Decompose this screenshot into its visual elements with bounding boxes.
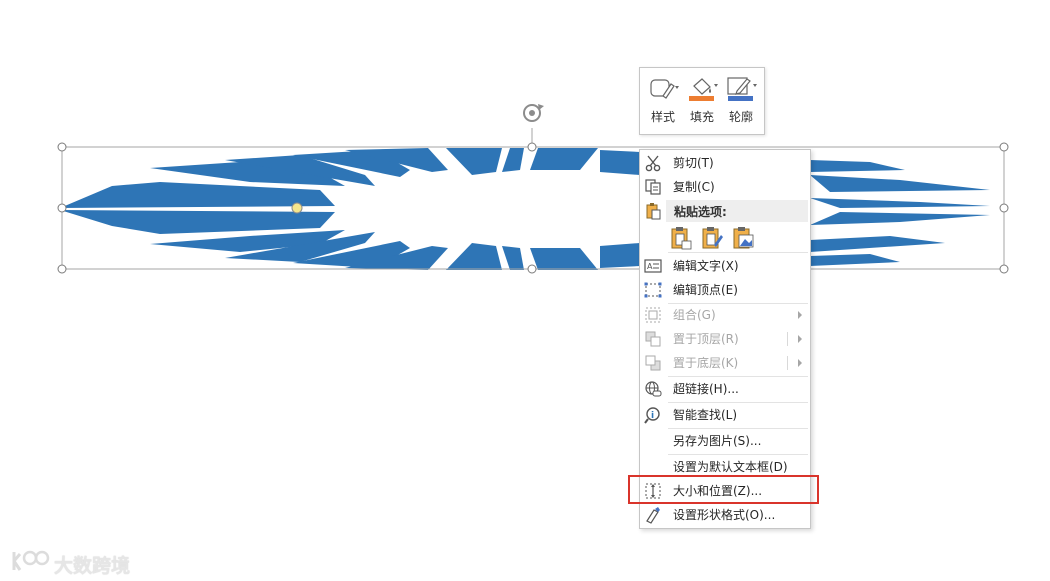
resize-handle-middle-left[interactable]	[57, 203, 67, 213]
outline-pen-icon	[727, 77, 757, 101]
paste-keep-source-button[interactable]	[669, 225, 693, 251]
menu-item-edit-text[interactable]: A 编辑文字(X)	[640, 254, 810, 278]
edit-points-icon	[644, 282, 662, 298]
adjustment-handle[interactable]	[291, 202, 303, 214]
resize-handle-top-right[interactable]	[999, 142, 1009, 152]
fill-button[interactable]: 填充	[681, 72, 719, 128]
menu-item-edit-points[interactable]: 编辑顶点(E)	[640, 278, 810, 302]
outline-label: 轮廓	[728, 110, 753, 124]
menu-divider	[668, 252, 808, 253]
menu-item-hyperlink[interactable]: 超链接(H)...	[640, 377, 810, 401]
paste-keep-source-icon	[671, 227, 692, 250]
submenu-separator	[787, 332, 788, 346]
resize-handle-bottom-left[interactable]	[57, 264, 67, 274]
submenu-arrow-icon	[798, 335, 802, 343]
rotate-handle-icon[interactable]	[523, 104, 544, 122]
submenu-arrow-icon	[798, 359, 802, 367]
svg-text:i: i	[651, 411, 654, 421]
fill-label: 填充	[689, 110, 714, 124]
watermark-text: 大数跨境	[54, 555, 131, 577]
submenu-separator	[787, 356, 788, 370]
shape-canvas	[57, 104, 1009, 274]
paste-merge-format-icon	[702, 227, 723, 249]
menu-item-save-as-picture[interactable]: 另存为图片(S)...	[640, 429, 810, 453]
watermark-logo-icon	[12, 550, 50, 571]
edit-text-icon: A	[644, 259, 662, 273]
starburst-shape[interactable]	[60, 148, 990, 270]
scissors-icon	[645, 155, 661, 172]
resize-handle-middle-right[interactable]	[999, 203, 1009, 213]
hyperlink-globe-icon	[645, 381, 662, 397]
menu-item-smart-lookup[interactable]: i 智能查找(L)	[640, 403, 810, 427]
menu-item-copy[interactable]: 复制(C)	[640, 175, 810, 199]
resize-handle-bottom-right[interactable]	[999, 264, 1009, 274]
menu-item-send-to-back[interactable]: 置于底层(K)	[640, 351, 810, 375]
menu-item-bring-to-front[interactable]: 置于顶层(R)	[640, 327, 810, 351]
watermark: 大数跨境	[10, 546, 130, 577]
menu-item-cut[interactable]: 剪切(T)	[640, 151, 810, 175]
highlight-annotation-box	[628, 475, 819, 504]
group-icon	[645, 307, 661, 323]
fill-bucket-icon	[689, 78, 718, 101]
submenu-arrow-icon	[798, 311, 802, 319]
paste-options-header: 粘贴选项:	[666, 200, 808, 222]
svg-text:A: A	[647, 262, 653, 271]
resize-handle-top-left[interactable]	[57, 142, 67, 152]
shape-style-icon	[650, 79, 679, 99]
smart-lookup-icon: i	[644, 407, 660, 424]
menu-item-format-shape[interactable]: 设置形状格式(O)...	[640, 503, 810, 527]
context-menu: 剪切(T) 复制(C) 粘贴选项: A 编辑文字(X) 编辑顶点(E) 组合(G…	[639, 149, 811, 529]
paste-picture-icon	[733, 227, 754, 249]
resize-handle-bottom-center[interactable]	[527, 264, 537, 274]
mini-toolbar: 样式 填充 轮廓	[639, 67, 765, 135]
style-label: 样式	[650, 110, 675, 124]
paste-clipboard-icon	[646, 203, 661, 220]
copy-icon	[645, 179, 661, 195]
send-to-back-icon	[645, 355, 661, 371]
style-button[interactable]: 样式	[642, 72, 680, 128]
paste-merge-format-button[interactable]	[700, 225, 724, 251]
resize-handle-top-center[interactable]	[527, 142, 537, 152]
outline-button[interactable]: 轮廓	[720, 72, 758, 128]
menu-item-group[interactable]: 组合(G)	[640, 303, 810, 327]
format-shape-icon	[646, 507, 660, 524]
paste-picture-button[interactable]	[731, 225, 755, 251]
bring-to-front-icon	[645, 331, 661, 347]
